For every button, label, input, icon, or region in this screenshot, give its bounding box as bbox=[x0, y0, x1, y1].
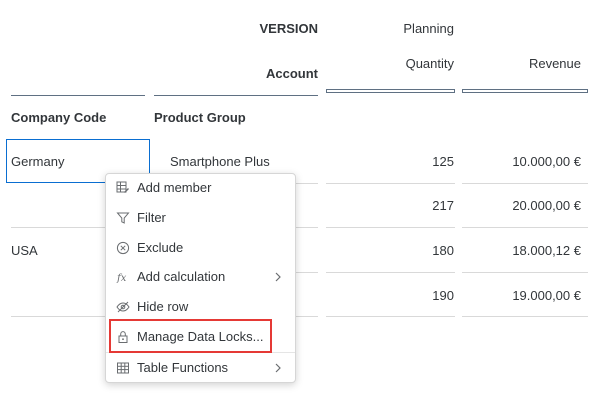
dimension-version-label: VERSION bbox=[259, 21, 318, 36]
chevron-right-icon bbox=[275, 363, 281, 373]
menu-item-label: Exclude bbox=[137, 240, 184, 255]
version-value-header[interactable]: Planning bbox=[330, 21, 454, 37]
menu-item-hide-row[interactable]: Hide row bbox=[106, 293, 295, 322]
menu-item-table-functions[interactable]: Table Functions bbox=[106, 354, 295, 383]
row-divider bbox=[462, 316, 588, 317]
menu-item-label: Add member bbox=[137, 180, 212, 195]
cell-quantity[interactable]: 125 bbox=[330, 154, 454, 170]
menu-item-add-member[interactable]: Add member bbox=[106, 174, 295, 203]
filter-icon bbox=[116, 212, 130, 224]
row-divider bbox=[326, 316, 455, 317]
cell-revenue[interactable]: 18.000,12 € bbox=[464, 243, 581, 259]
lock-icon bbox=[118, 331, 128, 343]
cell-quantity[interactable]: 180 bbox=[330, 243, 454, 259]
header-double-line-quantity bbox=[326, 89, 455, 93]
row-divider bbox=[462, 183, 588, 184]
row-divider bbox=[462, 227, 588, 228]
add-member-icon bbox=[116, 181, 129, 193]
hide-icon bbox=[116, 301, 130, 313]
menu-item-label: Add calculation bbox=[137, 269, 226, 284]
menu-separator bbox=[106, 352, 295, 353]
cell-quantity[interactable]: 217 bbox=[330, 198, 454, 214]
table-app: VERSION Planning Account Quantity Revenu… bbox=[0, 0, 604, 393]
row-divider bbox=[462, 272, 588, 273]
cell-product[interactable]: Smartphone Plus bbox=[170, 154, 270, 170]
header-underline-product bbox=[154, 95, 318, 96]
measure-revenue-header[interactable]: Revenue bbox=[464, 56, 581, 72]
context-menu: Add member Filter Exclude fx Add calcula… bbox=[105, 173, 296, 383]
menu-item-exclude[interactable]: Exclude bbox=[106, 234, 295, 263]
menu-item-label: Table Functions bbox=[137, 360, 229, 375]
header-underline-company bbox=[11, 95, 145, 96]
menu-item-label: Hide row bbox=[137, 299, 189, 314]
exclude-icon bbox=[116, 241, 130, 255]
menu-item-label: Manage Data Locks... bbox=[137, 329, 264, 344]
cell-revenue[interactable]: 19.000,00 € bbox=[464, 288, 581, 304]
row-divider bbox=[326, 183, 455, 184]
chevron-right-icon bbox=[275, 272, 281, 282]
svg-text:fx: fx bbox=[116, 273, 127, 284]
column-header-product-group[interactable]: Product Group bbox=[154, 110, 246, 126]
row-divider bbox=[326, 272, 455, 273]
menu-item-filter[interactable]: Filter bbox=[106, 204, 295, 233]
menu-item-manage-data-locks[interactable]: Manage Data Locks... bbox=[106, 323, 295, 352]
column-header-company-code[interactable]: Company Code bbox=[11, 110, 106, 126]
function-icon: fx bbox=[116, 273, 127, 284]
menu-item-label: Filter bbox=[137, 210, 166, 225]
cell-quantity[interactable]: 190 bbox=[330, 288, 454, 304]
menu-item-add-calculation[interactable]: fx Add calculation bbox=[106, 263, 295, 292]
row-divider bbox=[326, 227, 455, 228]
table-icon bbox=[117, 362, 129, 374]
measure-quantity-header[interactable]: Quantity bbox=[330, 56, 454, 72]
header-double-line-revenue bbox=[462, 89, 588, 93]
cell-revenue[interactable]: 10.000,00 € bbox=[464, 154, 581, 170]
cell-company[interactable]: USA bbox=[11, 243, 38, 259]
dimension-account-label: Account bbox=[266, 66, 318, 81]
cell-revenue[interactable]: 20.000,00 € bbox=[464, 198, 581, 214]
